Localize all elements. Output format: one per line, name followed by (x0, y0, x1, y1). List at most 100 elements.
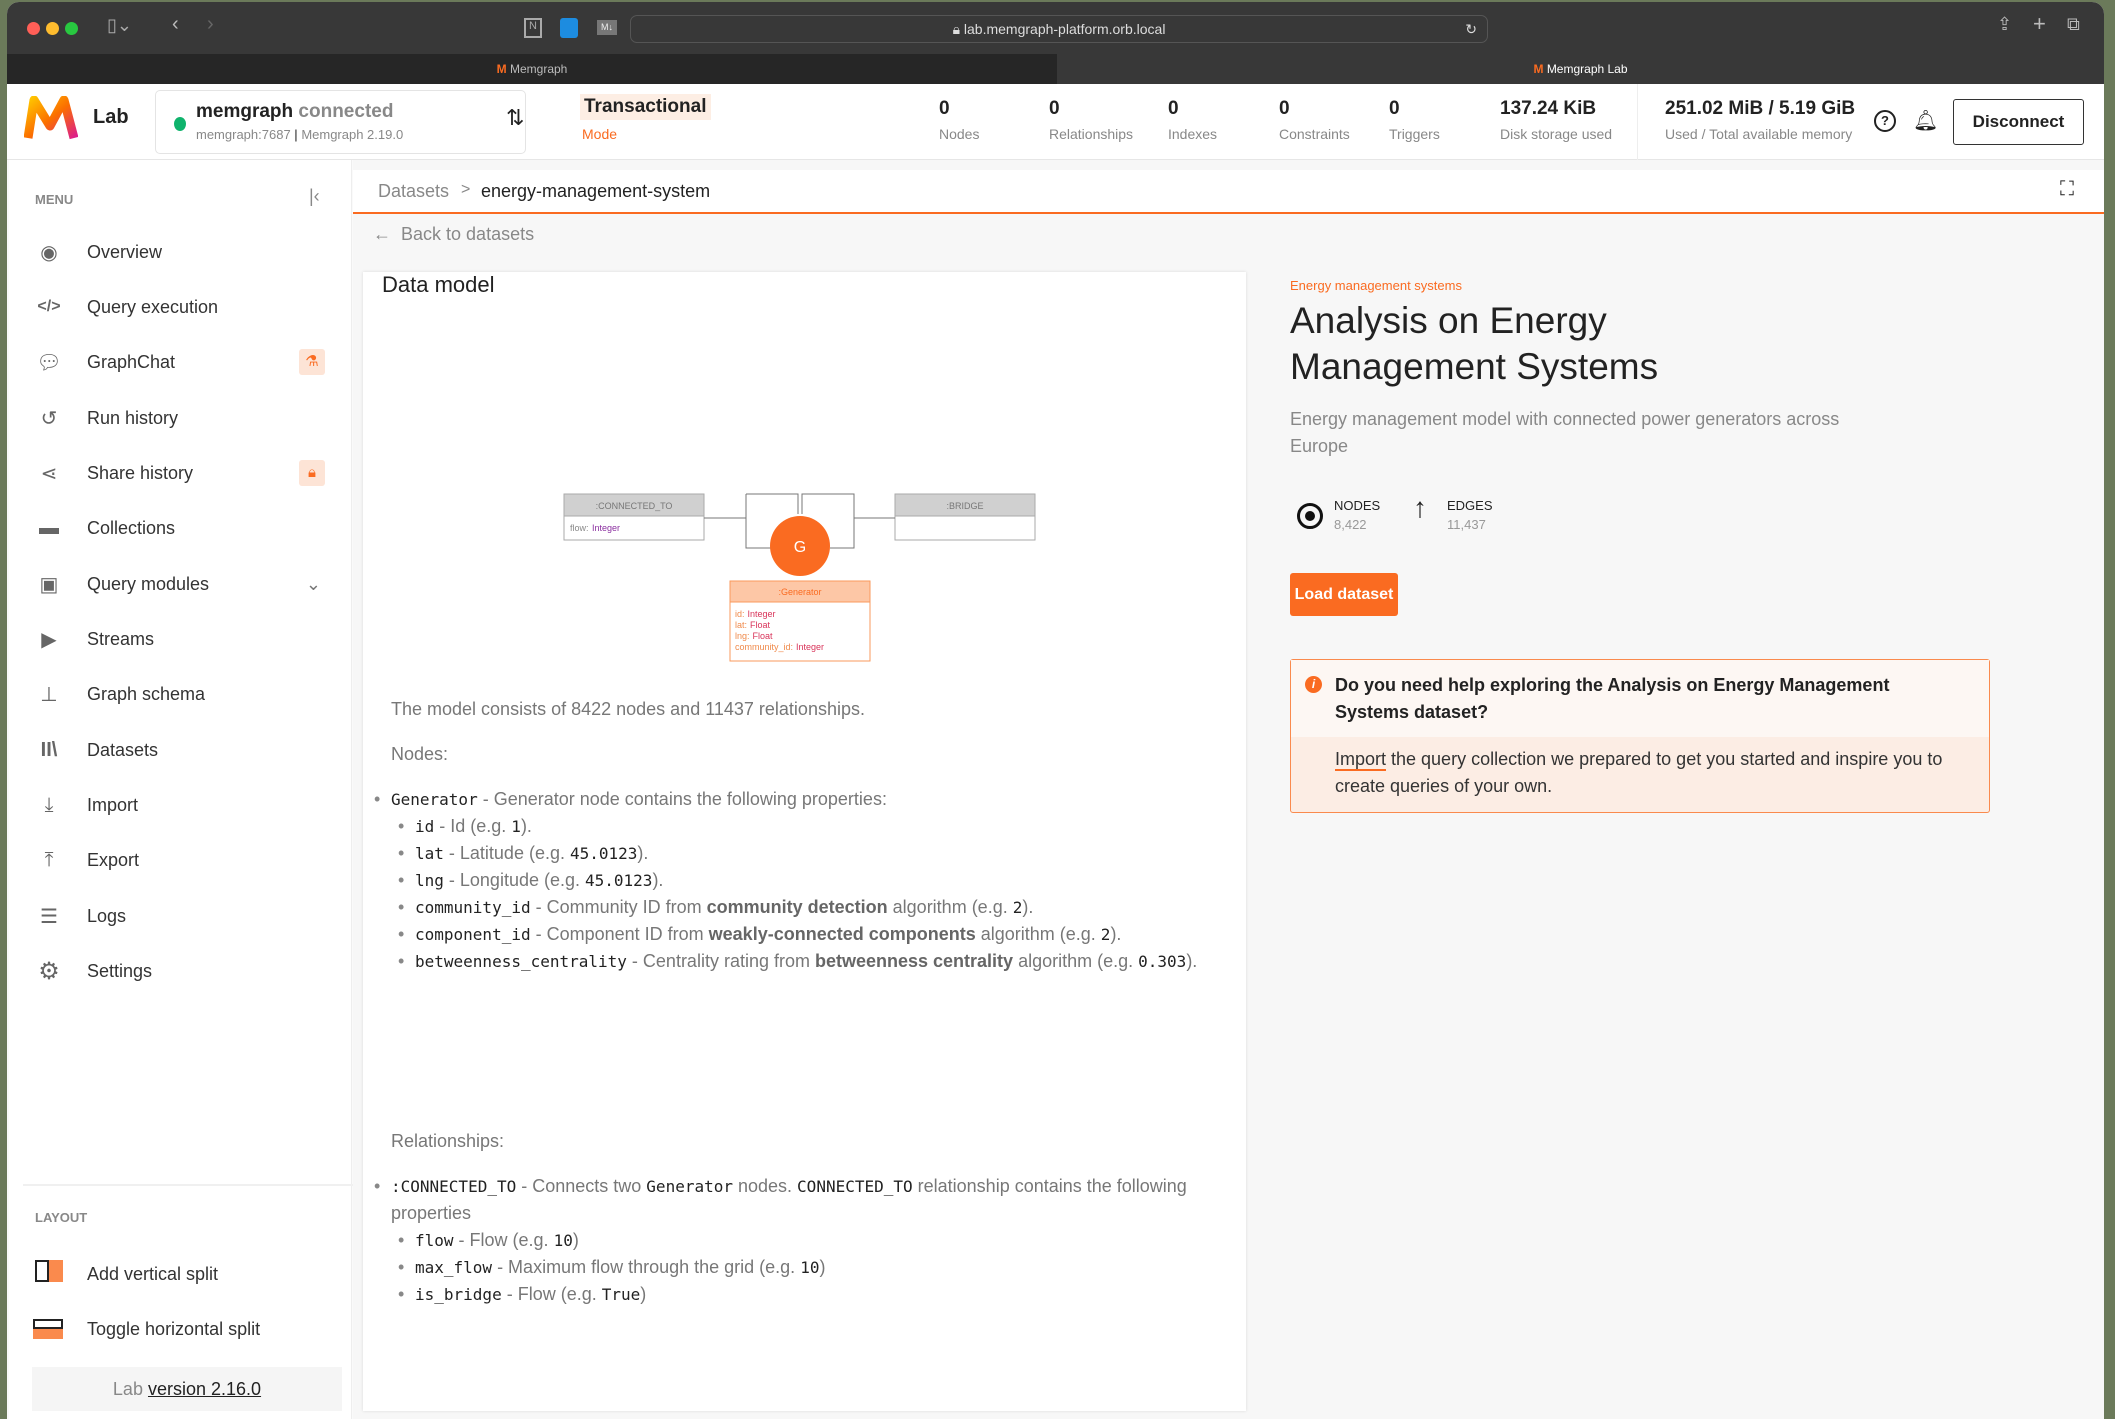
sidebar-item-collections[interactable]: ▬ Collections (33, 508, 343, 548)
list-item: :CONNECTED_TO - Connects two Generator n… (374, 1173, 1191, 1308)
forward-nav-icon[interactable]: › (207, 13, 214, 36)
sidebar-item-export[interactable]: ⤒ Export (33, 840, 343, 880)
stat-relationships: 0 Relationships (1049, 98, 1134, 142)
todoist-extension-icon[interactable] (560, 18, 578, 38)
sidebar-item-label: GraphChat (87, 351, 176, 372)
dataset-category: Energy management systems (1290, 278, 1462, 293)
sidebar-item-label: Datasets (87, 739, 159, 760)
generator-prop: lat: Float (735, 620, 771, 630)
data-model-diagram: :CONNECTED_TO flow: Integer :BRIDGE G :G… (563, 493, 1036, 662)
list-item: flow - Flow (e.g. 10) (398, 1227, 1191, 1254)
data-model-card: Data model :CONNECTED_TO flow: Integer :… (363, 272, 1246, 1411)
tab-overview-icon[interactable]: ⧉ (2067, 14, 2080, 35)
code-icon: </> (37, 298, 61, 315)
chevron-down-icon[interactable]: ⌄ (306, 574, 321, 595)
sidebar-item-run-history[interactable]: ↺ Run history (33, 398, 343, 438)
sidebar-item-label: Import (87, 794, 139, 815)
switch-connection-icon[interactable]: ⇅ (506, 105, 524, 131)
collapse-sidebar-icon[interactable]: |‹ (309, 186, 320, 207)
app-header: Lab memgraph connected memgraph:7687 | M… (7, 84, 2104, 160)
sidebar-item-datasets[interactable]: II\ Datasets (33, 730, 343, 770)
sidebar-item-graph-schema[interactable]: ⊥ Graph schema (33, 674, 343, 714)
sidebar-item-logs[interactable]: ☰ Logs (33, 896, 343, 936)
tab-bar: M Memgraph M Memgraph Lab (7, 54, 2104, 84)
sidebar-item-label: Streams (87, 628, 155, 649)
disconnect-button[interactable]: Disconnect (1953, 99, 2084, 145)
breadcrumb-datasets[interactable]: Datasets (378, 181, 449, 202)
notion-extension-icon[interactable]: N (524, 18, 542, 38)
fullscreen-icon[interactable]: ⛶ (2060, 178, 2074, 201)
sidebar-item-query-modules[interactable]: ▣ Query modules ⌄ (33, 564, 343, 604)
logo-label: Lab (93, 106, 129, 128)
sidebar-item-query-execution[interactable]: </> Query execution (33, 287, 343, 327)
memgraph-favicon-icon: M (496, 62, 510, 76)
back-to-datasets-link[interactable]: ← Back to datasets (373, 224, 534, 245)
toggle-horizontal-split-button[interactable]: Toggle horizontal split (33, 1309, 343, 1349)
tab-label: Memgraph Lab (1546, 62, 1628, 76)
connection-card[interactable]: memgraph connected memgraph:7687 | Memgr… (155, 90, 526, 154)
connected-status-dot (174, 117, 186, 131)
generator-node-letter: G (794, 539, 806, 556)
sidebar-item-import[interactable]: ⤓ Import (33, 785, 343, 825)
generator-prop: community_id: Integer (735, 642, 824, 652)
add-vertical-split-button[interactable]: Add vertical split (33, 1254, 343, 1294)
vertical-split-icon (33, 1260, 65, 1288)
version-link[interactable]: version 2.16.0 (148, 1379, 261, 1399)
stat-triggers: 0 Triggers (1389, 98, 1440, 142)
memgraph-logo[interactable] (23, 95, 79, 142)
sidebar-toggle-icon[interactable]: ▯⌄ (107, 15, 132, 36)
list-item: id - Id (e.g. 1). (398, 813, 1221, 840)
list-item: component_id - Component ID from weakly-… (398, 921, 1221, 948)
stat-indexes: 0 Indexes (1168, 98, 1218, 142)
menu-title: MENU (35, 192, 74, 207)
layout-title: LAYOUT (35, 1210, 88, 1225)
markdown-extension-icon[interactable]: M↓ (597, 20, 617, 35)
sidebar-item-graphchat[interactable]: 💬︎ GraphChat ⚗ (33, 342, 343, 382)
history-icon: ↺ (40, 407, 58, 430)
sidebar-item-label: Overview (87, 241, 163, 262)
bell-icon[interactable]: 🔔︎ (1913, 108, 1938, 133)
sidebar-item-label: Query modules (87, 573, 210, 594)
connection-status: connected (298, 101, 394, 122)
sidebar-item-label: Graph schema (87, 683, 206, 704)
terminal-icon: ▣ (39, 573, 59, 596)
nodes-heading: Nodes: (391, 744, 449, 764)
share-icon[interactable]: ⇪ (1997, 14, 2012, 35)
chat-icon: 💬︎ (36, 351, 62, 374)
back-nav-icon[interactable]: ‹ (172, 13, 179, 36)
url-text: lab.memgraph-platform.orb.local (963, 21, 1166, 37)
sidebar-divider (23, 1184, 353, 1186)
relationships-list: :CONNECTED_TO - Connects two Generator n… (374, 1173, 1191, 1308)
dataset-description: Energy management model with connected p… (1290, 409, 1840, 456)
tab-memgraph-lab[interactable]: M Memgraph Lab (1057, 54, 2104, 84)
reload-icon[interactable]: ↻ (1465, 16, 1477, 42)
sidebar-item-settings[interactable]: ⚙ Settings (33, 951, 343, 991)
new-tab-icon[interactable]: + (2033, 11, 2046, 37)
eye-icon: ◉ (40, 241, 58, 264)
breadcrumb: Datasets > energy-management-system ⛶ (353, 170, 2104, 214)
breadcrumb-current: energy-management-system (481, 181, 711, 201)
bridge-label: :BRIDGE (946, 501, 983, 511)
help-icon[interactable]: ? (1874, 110, 1896, 132)
help-title: Do you need help exploring the Analysis … (1335, 675, 1890, 722)
lock-icon: 🔒︎ (952, 21, 964, 37)
stat-nodes: 0 Nodes (939, 98, 980, 142)
edges-icon: ↑ (1413, 492, 1427, 523)
close-window-button[interactable] (27, 22, 40, 35)
sidebar-item-streams[interactable]: ▶ Streams (33, 619, 343, 659)
list-item: is_bridge - Flow (e.g. True) (398, 1281, 1191, 1308)
sidebar-item-share-history[interactable]: ⋖ Share history 🔒︎ (33, 453, 343, 493)
minimize-window-button[interactable] (46, 22, 59, 35)
list-item: lng - Longitude (e.g. 45.0123). (398, 867, 1221, 894)
sidebar-item-overview[interactable]: ◉ Overview (33, 232, 343, 272)
load-dataset-button[interactable]: Load dataset (1290, 573, 1398, 616)
layout-item-label: Add vertical split (87, 1263, 219, 1284)
info-icon: i (1305, 676, 1322, 693)
sidebar: MENU |‹ ◉ Overview </> Query execution 💬︎ G… (9, 160, 353, 1419)
tab-memgraph[interactable]: M Memgraph (7, 54, 1057, 84)
browser-titlebar: ▯⌄ ‹ › N M↓ 🔒︎ lab.memgraph-platform.orb… (7, 2, 2104, 54)
import-link[interactable]: Import (1335, 749, 1387, 771)
url-bar[interactable]: 🔒︎ lab.memgraph-platform.orb.local ↻ (630, 15, 1488, 43)
gear-icon: ⚙ (38, 957, 60, 985)
maximize-window-button[interactable] (65, 22, 78, 35)
